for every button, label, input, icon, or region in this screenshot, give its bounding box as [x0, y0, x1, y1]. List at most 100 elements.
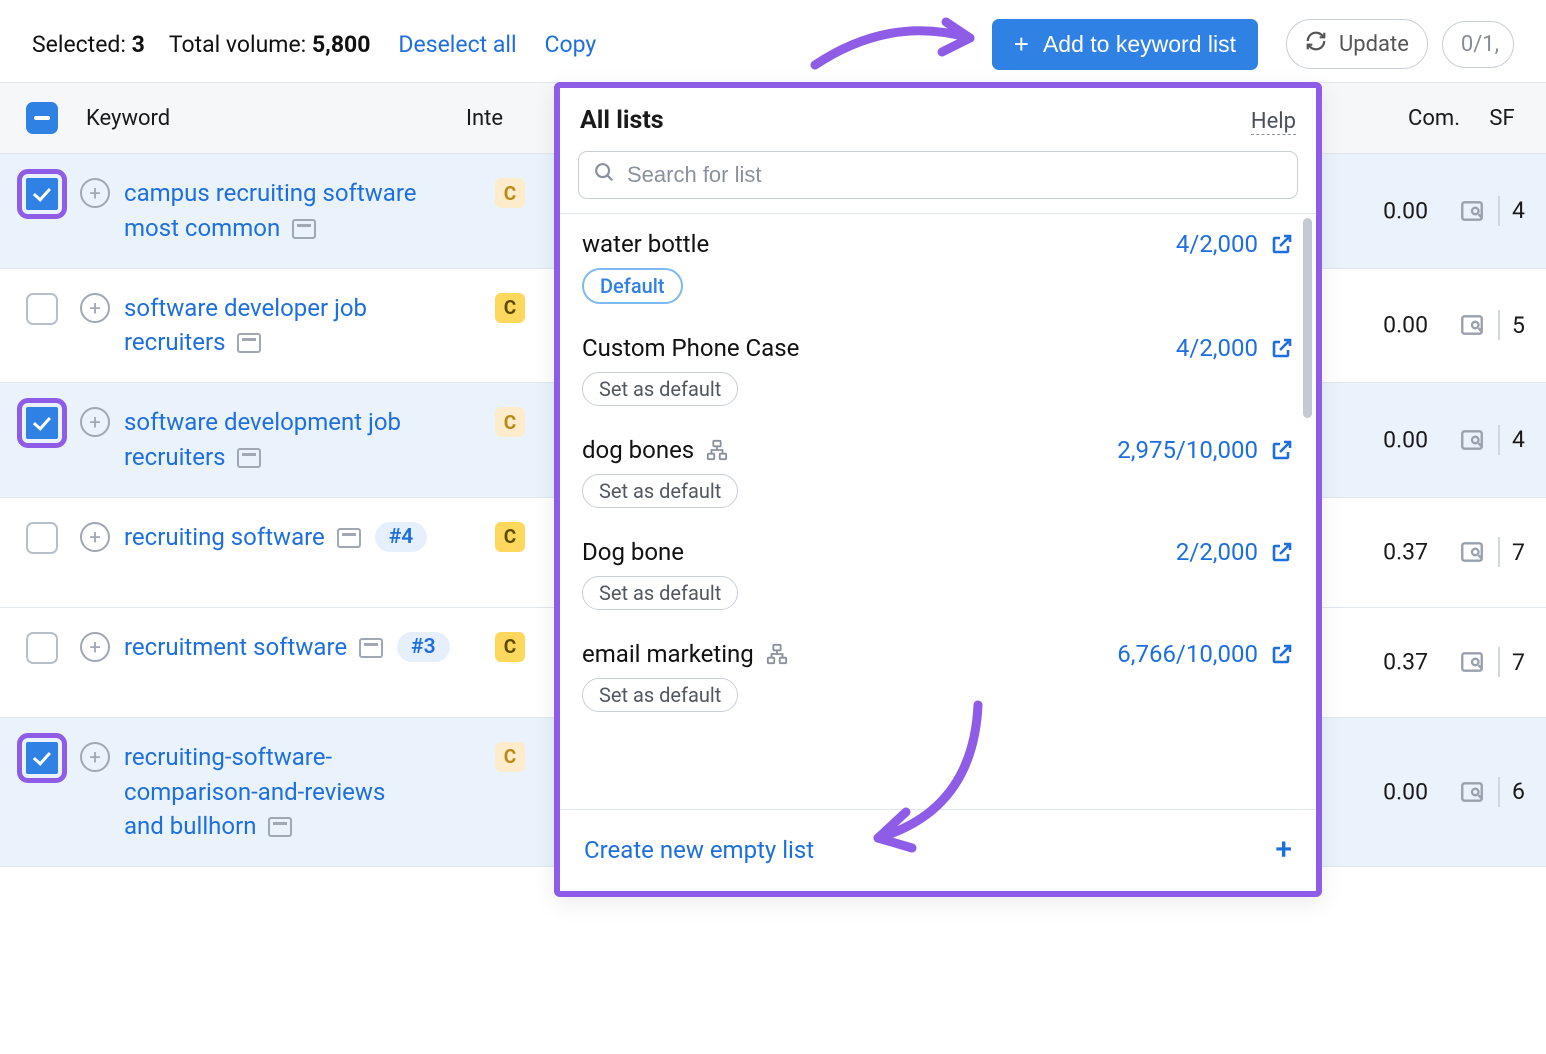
serp-icon[interactable] — [359, 638, 383, 658]
intent-badge: C — [495, 178, 525, 208]
add-to-keyword-list-button[interactable]: + Add to keyword list — [992, 19, 1258, 70]
serp-features-icon[interactable] — [1458, 780, 1486, 804]
row-checkbox[interactable] — [26, 293, 58, 325]
sf-count: 4 — [1512, 426, 1525, 453]
keyword-link[interactable]: recruiting software — [124, 520, 361, 555]
row-checkbox[interactable] — [26, 632, 58, 664]
set-default-button[interactable]: Set as default — [582, 678, 738, 712]
create-new-list-label: Create new empty list — [584, 836, 814, 864]
row-checkbox[interactable] — [26, 178, 58, 210]
serp-icon[interactable] — [268, 817, 292, 837]
plus-icon: + — [1275, 832, 1292, 867]
list-count: 2,975/10,000 — [1117, 436, 1258, 464]
sf-count: 5 — [1512, 312, 1525, 339]
open-list-icon[interactable] — [1270, 540, 1294, 564]
sf-count: 7 — [1512, 539, 1525, 566]
list-name: dog bones — [582, 436, 694, 464]
search-list-input[interactable] — [578, 151, 1298, 199]
expand-icon[interactable]: + — [80, 522, 110, 552]
row-checkbox[interactable] — [26, 407, 58, 439]
master-checkbox[interactable] — [26, 102, 58, 134]
serp-icon[interactable] — [237, 333, 261, 353]
expand-icon[interactable]: + — [80, 407, 110, 437]
keyword-link[interactable]: recruiting-software-comparison-and-revie… — [124, 740, 424, 844]
sf-cell: 4 — [1458, 196, 1532, 226]
open-list-icon[interactable] — [1270, 336, 1294, 360]
com-value: 0.37 — [1343, 649, 1428, 676]
serp-features-icon[interactable] — [1458, 199, 1486, 223]
rank-badge: #3 — [397, 632, 450, 662]
column-sf[interactable]: SF — [1472, 106, 1532, 131]
annotation-arrow-top — [810, 10, 990, 86]
list-count: 2/2,000 — [1176, 538, 1258, 566]
intent-badge: C — [495, 407, 525, 437]
keyword-link[interactable]: recruitment software — [124, 630, 383, 665]
update-button[interactable]: Update — [1286, 19, 1428, 69]
column-keyword[interactable]: Keyword — [86, 106, 466, 131]
list-item[interactable]: Custom Phone Case 4/2,000 Set as default — [560, 318, 1316, 420]
expand-icon[interactable]: + — [80, 742, 110, 772]
serp-features-icon[interactable] — [1458, 313, 1486, 337]
row-checkbox[interactable] — [26, 742, 58, 774]
intent-badge: C — [495, 742, 525, 772]
search-list-field[interactable] — [627, 162, 1283, 188]
sf-cell: 4 — [1458, 425, 1532, 455]
intent-badge: C — [495, 522, 525, 552]
intent-badge: C — [495, 293, 525, 323]
column-intent[interactable]: Inte — [466, 106, 526, 131]
serp-icon[interactable] — [337, 528, 361, 548]
shared-icon — [766, 643, 788, 665]
keyword-link[interactable]: software development job recruiters — [124, 405, 424, 475]
help-link[interactable]: Help — [1251, 109, 1296, 135]
com-value: 0.00 — [1343, 778, 1428, 805]
list-count: 4/2,000 — [1176, 334, 1258, 362]
open-list-icon[interactable] — [1270, 232, 1294, 256]
add-button-label: Add to keyword list — [1043, 31, 1236, 58]
list-name: email marketing — [582, 640, 754, 668]
action-toolbar: Selected: 3 Total volume: 5,800 Deselect… — [0, 0, 1546, 82]
sf-cell: 7 — [1458, 537, 1532, 567]
update-progress: 0/1, — [1442, 21, 1514, 68]
default-badge: Default — [582, 268, 683, 304]
keyword-link[interactable]: campus recruiting software most common — [124, 176, 424, 246]
update-label: Update — [1339, 32, 1409, 57]
sf-cell: 6 — [1458, 777, 1532, 807]
list-item[interactable]: dog bones 2,975/10,000 Set as default — [560, 420, 1316, 522]
com-value: 0.00 — [1343, 426, 1428, 453]
list-name: Dog bone — [582, 538, 684, 566]
expand-icon[interactable]: + — [80, 632, 110, 662]
set-default-button[interactable]: Set as default — [582, 474, 738, 508]
list-name: water bottle — [582, 230, 709, 258]
annotation-arrow-bottom — [858, 700, 1008, 866]
expand-icon[interactable]: + — [80, 293, 110, 323]
panel-title: All lists — [580, 106, 664, 135]
deselect-all-link[interactable]: Deselect all — [398, 31, 516, 58]
refresh-icon — [1305, 30, 1327, 58]
list-name: Custom Phone Case — [582, 334, 799, 362]
list-item[interactable]: water bottle4/2,000Default — [560, 214, 1316, 318]
keyword-link[interactable]: software developer job recruiters — [124, 291, 424, 361]
shared-icon — [706, 439, 728, 461]
sf-cell: 7 — [1458, 647, 1532, 677]
serp-features-icon[interactable] — [1458, 428, 1486, 452]
serp-icon[interactable] — [237, 448, 261, 468]
intent-badge: C — [495, 632, 525, 662]
open-list-icon[interactable] — [1270, 642, 1294, 666]
open-list-icon[interactable] — [1270, 438, 1294, 462]
serp-icon[interactable] — [292, 219, 316, 239]
set-default-button[interactable]: Set as default — [582, 372, 738, 406]
scrollbar[interactable] — [1303, 218, 1312, 418]
row-checkbox[interactable] — [26, 522, 58, 554]
com-value: 0.00 — [1343, 312, 1428, 339]
com-value: 0.37 — [1343, 539, 1428, 566]
list-item[interactable]: Dog bone 2/2,000 Set as default — [560, 522, 1316, 624]
serp-features-icon[interactable] — [1458, 650, 1486, 674]
sf-cell: 5 — [1458, 310, 1532, 340]
serp-features-icon[interactable] — [1458, 540, 1486, 564]
expand-icon[interactable]: + — [80, 178, 110, 208]
copy-link[interactable]: Copy — [545, 31, 597, 58]
column-com[interactable]: Com. — [1375, 106, 1460, 131]
sf-count: 7 — [1512, 649, 1525, 676]
selected-count: Selected: 3 — [32, 31, 145, 58]
set-default-button[interactable]: Set as default — [582, 576, 738, 610]
